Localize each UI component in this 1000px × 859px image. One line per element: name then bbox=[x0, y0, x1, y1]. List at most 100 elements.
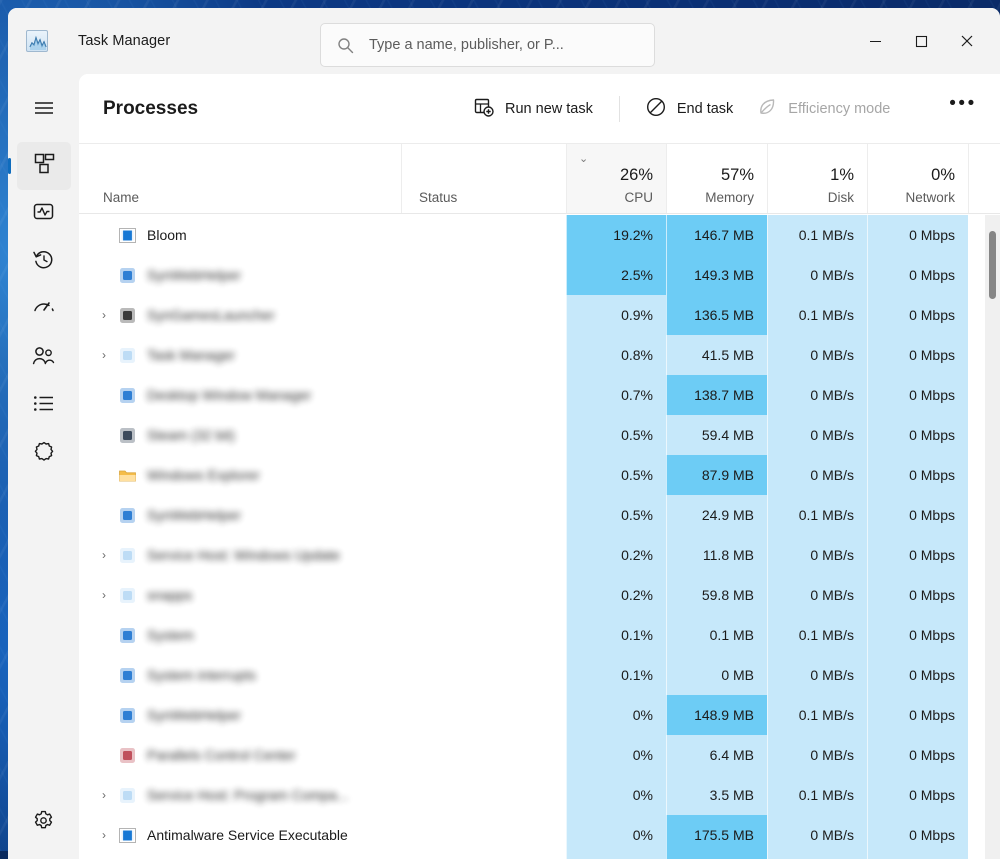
table-row[interactable]: SynWebHelper2.5%149.3 MB0 MB/s0 Mbps bbox=[79, 255, 1000, 295]
column-header-status[interactable]: Status bbox=[401, 144, 566, 213]
column-header-disk[interactable]: 1% Disk bbox=[767, 144, 867, 213]
column-header-network[interactable]: 0% Network bbox=[867, 144, 968, 213]
minimize-button[interactable] bbox=[852, 20, 898, 62]
services-icon bbox=[33, 441, 55, 468]
end-task-button[interactable]: End task bbox=[636, 91, 743, 127]
process-name-label: Windows Explorer bbox=[147, 467, 260, 483]
table-row[interactable]: SynWebHelper0%148.9 MB0.1 MB/s0 Mbps bbox=[79, 695, 1000, 735]
hamburger-menu-button[interactable] bbox=[8, 84, 79, 132]
process-status-cell bbox=[401, 535, 566, 575]
process-network-cell: 0 Mbps bbox=[867, 215, 968, 255]
process-network-cell: 0 Mbps bbox=[867, 655, 968, 695]
process-list: Bloom19.2%146.7 MB0.1 MB/s0 MbpsSynWebHe… bbox=[79, 215, 1000, 859]
process-cpu-cell: 0.5% bbox=[566, 455, 666, 495]
column-header-cpu[interactable]: ⌄ 26% CPU bbox=[566, 144, 666, 213]
column-header-name[interactable]: Name bbox=[79, 144, 401, 213]
table-row[interactable]: ›Steam Client WebHelper (8)0%530.5 MB0 M… bbox=[79, 855, 1000, 859]
sidebar-item-settings[interactable] bbox=[8, 799, 79, 847]
process-name-cell[interactable]: › Antimalware Service Executable bbox=[79, 815, 401, 855]
table-row[interactable]: System0.1%0.1 MB0.1 MB/s0 Mbps bbox=[79, 615, 1000, 655]
search-input[interactable] bbox=[369, 37, 619, 53]
process-status-cell bbox=[401, 295, 566, 335]
table-row[interactable]: ›Antimalware Service Executable0%175.5 M… bbox=[79, 815, 1000, 855]
process-memory-cell: 138.7 MB bbox=[666, 375, 767, 415]
process-cpu-cell: 2.5% bbox=[566, 255, 666, 295]
process-network-cell: 0 Mbps bbox=[867, 535, 968, 575]
process-name-cell[interactable]: SynWebHelper bbox=[79, 695, 401, 735]
process-name-cell[interactable]: Windows Explorer bbox=[79, 455, 401, 495]
process-name-cell[interactable]: Steam (32 bit) bbox=[79, 415, 401, 455]
table-row[interactable]: ›snapps0.2%59.8 MB0 MB/s0 Mbps bbox=[79, 575, 1000, 615]
table-row[interactable]: Parallels Control Center0%6.4 MB0 MB/s0 … bbox=[79, 735, 1000, 775]
process-disk-cell: 0 MB/s bbox=[767, 535, 867, 575]
process-status-cell bbox=[401, 455, 566, 495]
column-header-memory[interactable]: 57% Memory bbox=[666, 144, 767, 213]
process-status-cell bbox=[401, 575, 566, 615]
process-name-cell[interactable]: ›Steam Client WebHelper (8) bbox=[79, 855, 401, 859]
table-row[interactable]: SynWebHelper0.5%24.9 MB0.1 MB/s0 Mbps bbox=[79, 495, 1000, 535]
process-name-cell[interactable]: SynWebHelper bbox=[79, 495, 401, 535]
process-disk-cell: 0 MB/s bbox=[767, 575, 867, 615]
process-memory-cell: 530.5 MB bbox=[666, 855, 767, 859]
table-row[interactable]: Bloom19.2%146.7 MB0.1 MB/s0 Mbps bbox=[79, 215, 1000, 255]
table-row[interactable]: ›Task Manager0.8%41.5 MB0 MB/s0 Mbps bbox=[79, 335, 1000, 375]
column-header-spacer bbox=[968, 144, 1000, 213]
process-disk-cell: 0 MB/s bbox=[767, 735, 867, 775]
efficiency-mode-button[interactable]: Efficiency mode bbox=[747, 91, 900, 127]
sidebar-item-details[interactable] bbox=[8, 382, 79, 430]
table-row[interactable]: ›SynGamesLauncher0.9%136.5 MB0.1 MB/s0 M… bbox=[79, 295, 1000, 335]
expand-chevron-icon[interactable]: › bbox=[95, 589, 113, 601]
sidebar-item-processes[interactable] bbox=[17, 142, 71, 190]
process-name-cell[interactable]: Parallels Control Center bbox=[79, 735, 401, 775]
table-row[interactable]: Steam (32 bit)0.5%59.4 MB0 MB/s0 Mbps bbox=[79, 415, 1000, 455]
sidebar-item-users[interactable] bbox=[8, 334, 79, 382]
run-new-task-label: Run new task bbox=[505, 101, 593, 117]
process-name-cell[interactable]: Bloom bbox=[79, 215, 401, 255]
close-button[interactable] bbox=[944, 20, 990, 62]
table-row[interactable]: ›Service Host: Program Compa...0%3.5 MB0… bbox=[79, 775, 1000, 815]
run-new-task-button[interactable]: Run new task bbox=[464, 91, 603, 127]
scrollbar-thumb[interactable] bbox=[989, 231, 996, 299]
expand-chevron-icon[interactable]: › bbox=[95, 309, 113, 321]
table-row[interactable]: System interrupts0.1%0 MB0 MB/s0 Mbps bbox=[79, 655, 1000, 695]
sidebar-item-services[interactable] bbox=[8, 430, 79, 478]
process-name-cell[interactable]: ›snapps bbox=[79, 575, 401, 615]
process-name-label: SynGamesLauncher bbox=[147, 307, 275, 323]
process-memory-cell: 87.9 MB bbox=[666, 455, 767, 495]
table-row[interactable]: Desktop Window Manager0.7%138.7 MB0 MB/s… bbox=[79, 375, 1000, 415]
process-network-cell: 0 Mbps bbox=[867, 335, 968, 375]
process-name-cell[interactable]: ›Service Host: Program Compa... bbox=[79, 775, 401, 815]
process-icon bbox=[119, 347, 136, 364]
expand-chevron-icon[interactable]: › bbox=[95, 549, 113, 561]
process-name-cell[interactable]: ›Service Host: Windows Update bbox=[79, 535, 401, 575]
process-network-cell: 0 Mbps bbox=[867, 775, 968, 815]
process-status-cell bbox=[401, 615, 566, 655]
process-name-label: Antimalware Service Executable bbox=[147, 827, 348, 843]
table-row[interactable]: ›Service Host: Windows Update0.2%11.8 MB… bbox=[79, 535, 1000, 575]
table-row[interactable]: Windows Explorer0.5%87.9 MB0 MB/s0 Mbps bbox=[79, 455, 1000, 495]
process-status-cell bbox=[401, 775, 566, 815]
process-name-label: Task Manager bbox=[147, 347, 235, 363]
sidebar-item-performance[interactable] bbox=[8, 190, 79, 238]
app-history-icon bbox=[33, 249, 55, 275]
more-options-button[interactable]: ••• bbox=[944, 92, 982, 126]
process-status-cell bbox=[401, 335, 566, 375]
expand-chevron-icon[interactable]: › bbox=[95, 349, 113, 361]
search-box[interactable] bbox=[320, 23, 655, 67]
process-name-label: SynWebHelper bbox=[147, 507, 241, 523]
process-cpu-cell: 0% bbox=[566, 695, 666, 735]
sidebar-item-startup-apps[interactable] bbox=[8, 286, 79, 334]
process-name-cell[interactable]: Desktop Window Manager bbox=[79, 375, 401, 415]
sidebar-item-app-history[interactable] bbox=[8, 238, 79, 286]
process-name-cell[interactable]: › SynGamesLauncher bbox=[79, 295, 401, 335]
expand-chevron-icon[interactable]: › bbox=[95, 829, 113, 841]
process-cpu-cell: 0.1% bbox=[566, 615, 666, 655]
process-name-cell[interactable]: › Task Manager bbox=[79, 335, 401, 375]
expand-chevron-icon[interactable]: › bbox=[95, 789, 113, 801]
maximize-button[interactable] bbox=[898, 20, 944, 62]
process-network-cell: 0 Mbps bbox=[867, 815, 968, 855]
process-name-cell[interactable]: SynWebHelper bbox=[79, 255, 401, 295]
process-name-cell[interactable]: System bbox=[79, 615, 401, 655]
process-name-cell[interactable]: System interrupts bbox=[79, 655, 401, 695]
vertical-scrollbar[interactable] bbox=[985, 215, 1000, 859]
